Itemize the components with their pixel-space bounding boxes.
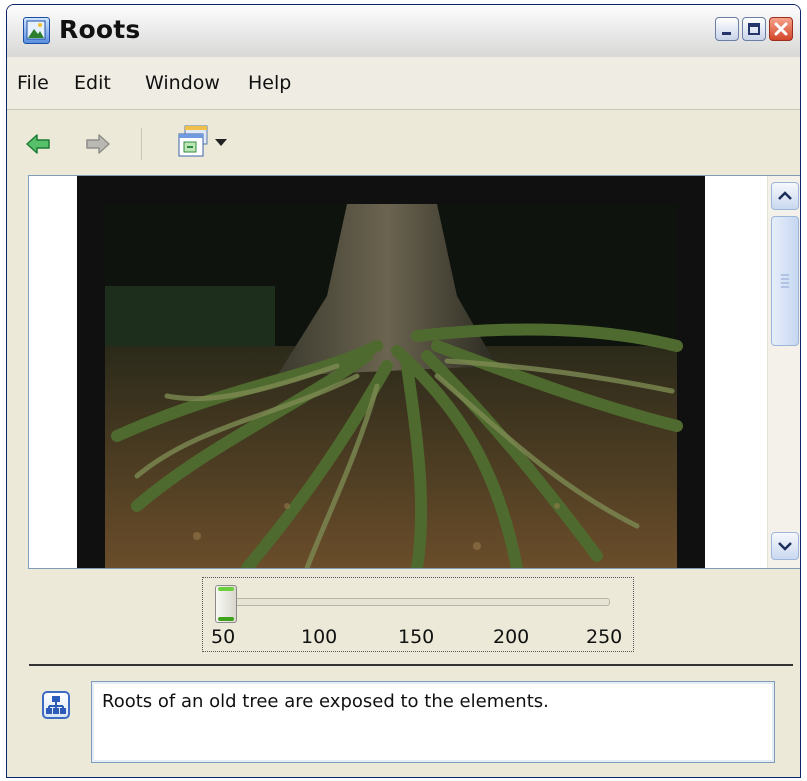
zoom-slider[interactable]: 50 100 150 200 250 (202, 577, 634, 652)
menu-file[interactable]: File (17, 72, 49, 94)
title-bar[interactable]: Roots (7, 5, 800, 58)
tree-roots-photo (77, 176, 705, 568)
app-window: Roots File Edit Window Help 50 100 150 2… (6, 4, 801, 778)
window-view-icon[interactable] (175, 124, 237, 157)
sitemap-icon[interactable] (42, 691, 70, 719)
menu-bar: File Edit Window Help (7, 57, 800, 110)
caption-textbox[interactable]: Roots of an old tree are exposed to the … (91, 681, 775, 763)
scroll-up-button[interactable] (771, 182, 799, 210)
close-button[interactable] (769, 17, 793, 41)
menu-help[interactable]: Help (248, 72, 291, 94)
toolbar (7, 110, 800, 176)
tick-label-100: 100 (301, 626, 338, 648)
maximize-button[interactable] (742, 17, 766, 41)
image-app-icon (23, 17, 50, 44)
tick-label-50: 50 (211, 626, 236, 648)
scroll-thumb[interactable] (771, 216, 799, 346)
toolbar-separator (141, 128, 142, 160)
back-arrow-icon[interactable] (25, 130, 53, 158)
slider-track[interactable] (215, 598, 610, 606)
slider-thumb[interactable] (215, 585, 237, 623)
tick-label-250: 250 (586, 626, 623, 648)
window-title: Roots (59, 15, 141, 44)
caption-text: Roots of an old tree are exposed to the … (102, 691, 549, 712)
vertical-scrollbar[interactable] (767, 176, 800, 568)
divider (29, 664, 793, 666)
forward-arrow-icon[interactable] (83, 130, 111, 158)
scroll-down-button[interactable] (771, 532, 799, 560)
tick-label-150: 150 (398, 626, 435, 648)
tick-label-200: 200 (493, 626, 530, 648)
minimize-button[interactable] (715, 17, 739, 41)
menu-window[interactable]: Window (145, 72, 220, 94)
menu-edit[interactable]: Edit (74, 72, 111, 94)
image-viewer (28, 175, 800, 569)
